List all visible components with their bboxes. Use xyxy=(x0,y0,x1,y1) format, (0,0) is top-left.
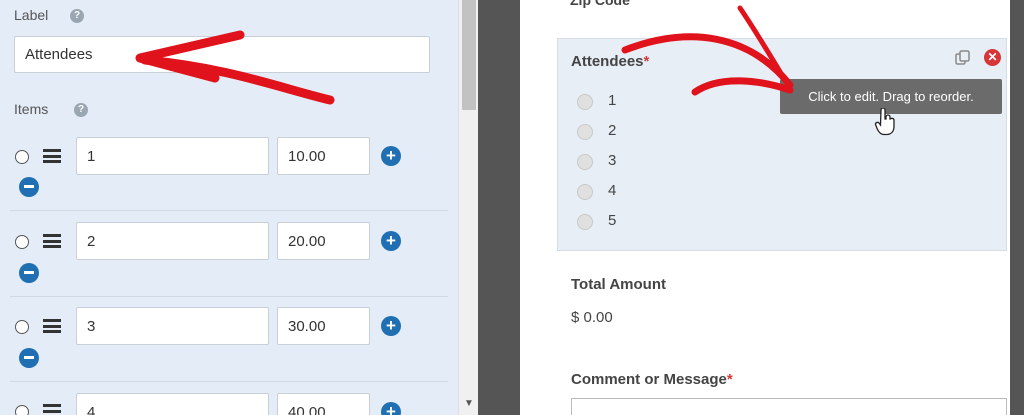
required-mark: * xyxy=(726,371,733,388)
add-icon[interactable]: + xyxy=(381,231,401,251)
item-price-input[interactable]: 30.00 xyxy=(277,307,370,345)
drag-handle-icon[interactable] xyxy=(43,234,61,248)
preview-gutter xyxy=(478,0,520,415)
add-icon[interactable]: + xyxy=(381,402,401,415)
option-radio[interactable] xyxy=(577,124,593,140)
item-label-input[interactable]: 4 xyxy=(76,393,269,415)
option-radio[interactable] xyxy=(577,154,593,170)
item-default-radio[interactable] xyxy=(15,150,29,164)
option-radio[interactable] xyxy=(577,214,593,230)
drag-handle-icon[interactable] xyxy=(43,149,61,163)
total-amount-label: Total Amount xyxy=(571,276,666,293)
items-title: Items xyxy=(14,101,49,117)
option-label: 4 xyxy=(608,182,617,199)
item-divider xyxy=(10,381,448,382)
option-radio[interactable] xyxy=(577,94,593,110)
selected-field[interactable]: Attendees* ✕ 1 2 3 4 5 xyxy=(557,38,1007,251)
item-price-input[interactable]: 10.00 xyxy=(277,137,370,175)
total-amount-value: $ 0.00 xyxy=(571,309,613,326)
comment-textarea[interactable] xyxy=(571,398,1007,415)
required-mark: * xyxy=(643,53,650,70)
field-label: Attendees* xyxy=(571,53,650,70)
scrollbar-thumb[interactable] xyxy=(462,0,476,110)
option-label: 1 xyxy=(608,92,617,109)
drag-handle-icon[interactable] xyxy=(43,404,61,415)
delete-icon[interactable]: ✕ xyxy=(984,49,1001,66)
remove-icon[interactable] xyxy=(19,263,39,283)
option-label: 3 xyxy=(608,152,617,169)
item-default-radio[interactable] xyxy=(15,405,29,415)
item-price-input[interactable]: 40.00 xyxy=(277,393,370,415)
duplicate-icon[interactable] xyxy=(954,49,971,66)
item-label-input[interactable]: 1 xyxy=(76,137,269,175)
help-icon[interactable]: ? xyxy=(70,9,84,23)
scroll-down-arrow-icon[interactable]: ▼ xyxy=(464,398,474,409)
drag-handle-icon[interactable] xyxy=(43,319,61,333)
item-divider xyxy=(10,210,448,211)
option-label: 5 xyxy=(608,212,617,229)
item-price-input[interactable]: 20.00 xyxy=(277,222,370,260)
item-default-radio[interactable] xyxy=(15,235,29,249)
zip-code-label: Zip Code xyxy=(570,0,630,8)
item-label-input[interactable]: 3 xyxy=(76,307,269,345)
help-icon[interactable]: ? xyxy=(74,103,88,117)
comment-label: Comment or Message* xyxy=(571,371,733,388)
option-label: 2 xyxy=(608,122,617,139)
item-default-radio[interactable] xyxy=(15,320,29,334)
add-icon[interactable]: + xyxy=(381,316,401,336)
label-input[interactable]: Attendees xyxy=(14,36,430,73)
remove-icon[interactable] xyxy=(19,348,39,368)
remove-icon[interactable] xyxy=(19,177,39,197)
field-options-panel: Label ? Attendees Items ? 1 10.00 + 2 20… xyxy=(0,0,458,415)
add-icon[interactable]: + xyxy=(381,146,401,166)
form-preview: Zip Code Attendees* ✕ 1 2 3 4 5 Click to… xyxy=(520,0,1010,415)
item-divider xyxy=(10,296,448,297)
hand-cursor-icon xyxy=(874,108,895,136)
label-title: Label xyxy=(14,7,49,23)
preview-gutter-right xyxy=(1010,0,1024,415)
panel-scrollbar[interactable]: ▼ xyxy=(458,0,478,415)
item-label-input[interactable]: 2 xyxy=(76,222,269,260)
option-radio[interactable] xyxy=(577,184,593,200)
